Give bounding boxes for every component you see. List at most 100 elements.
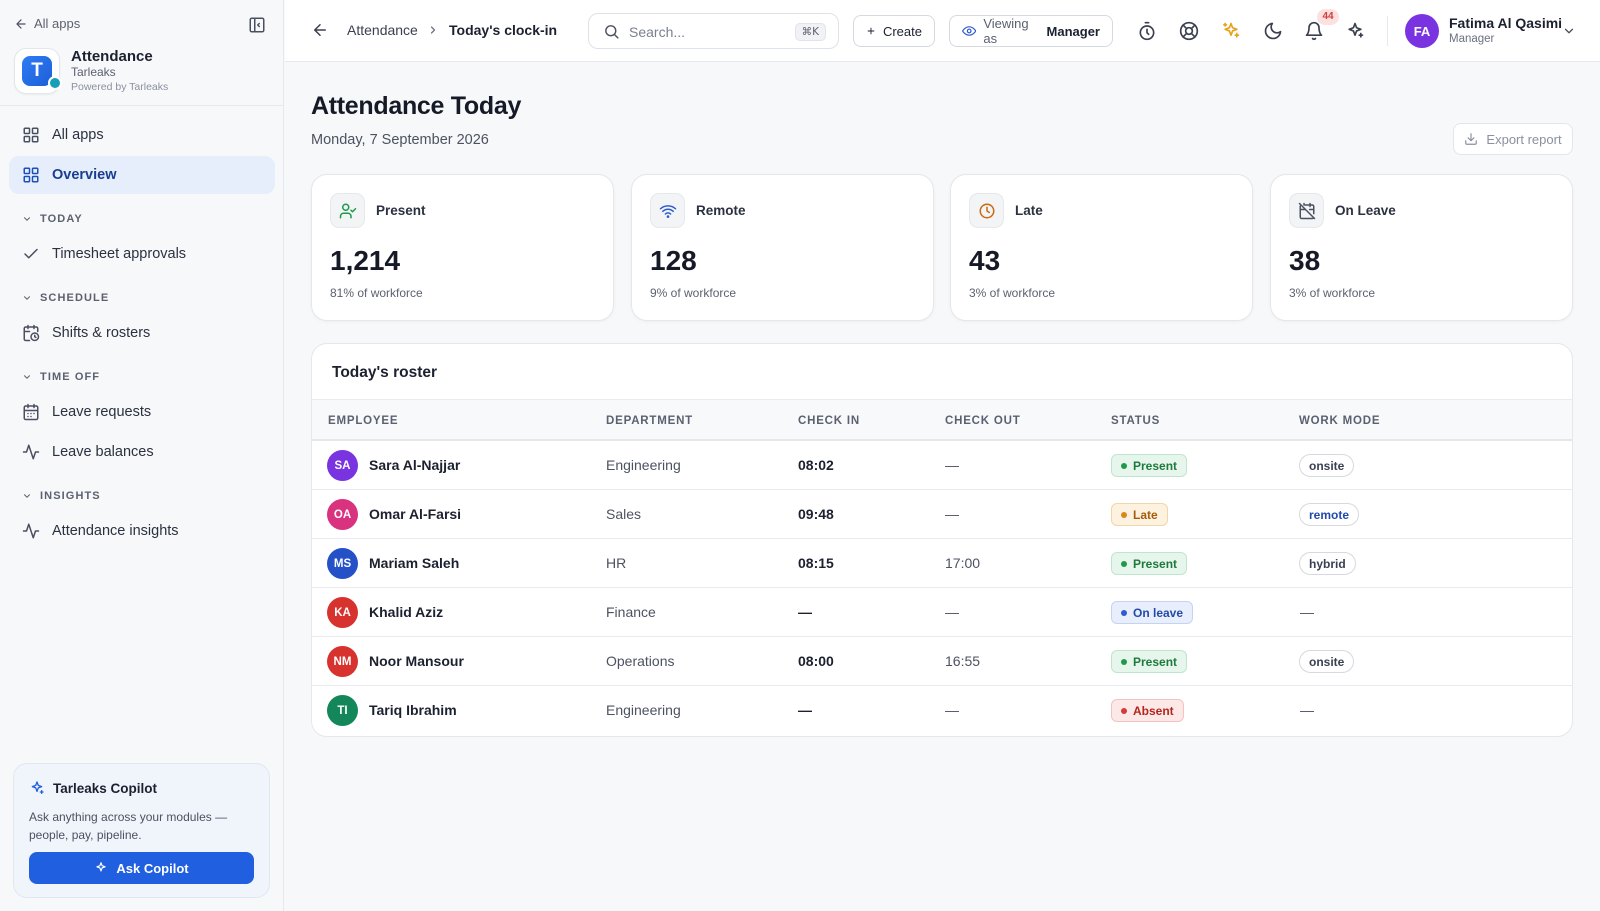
department: HR [606, 555, 627, 571]
back-to-all-apps-link[interactable]: All apps [14, 16, 80, 31]
ai-sparkle-icon[interactable] [1345, 21, 1365, 41]
table-row[interactable]: SA Sara Al-Najjar Engineering 08:02 — Pr… [312, 441, 1572, 490]
check-icon [24, 248, 38, 259]
department: Engineering [606, 702, 681, 718]
check-in: — [798, 604, 812, 620]
table-row[interactable]: NM Noor Mansour Operations 08:00 16:55 P… [312, 637, 1572, 686]
status-label: Absent [1133, 703, 1174, 718]
search-box: ⌘K [588, 13, 839, 49]
status-label: On leave [1133, 605, 1184, 620]
avatar: MS [327, 548, 358, 579]
wifi-icon [650, 193, 685, 228]
chevron-down-icon[interactable] [1562, 24, 1576, 38]
stat-value: 128 [650, 245, 697, 276]
sidebar-item-label: Shifts & rosters [52, 325, 151, 341]
help-lifebuoy-icon[interactable] [1179, 21, 1199, 41]
sidebar-item-shifts-rosters[interactable]: Shifts & rosters [9, 314, 275, 352]
stat-subtext: 3% of workforce [969, 286, 1056, 300]
search-shortcut: ⌘K [794, 23, 826, 41]
app-org: Tarleaks [71, 65, 116, 79]
activity-icon [22, 444, 40, 460]
calendar-icon [23, 403, 39, 421]
moon-icon[interactable] [1263, 21, 1283, 41]
employee-name[interactable]: Mariam Saleh [369, 555, 459, 571]
stat-value: 1,214 [330, 245, 401, 276]
employee-name[interactable]: Sara Al-Najjar [369, 457, 460, 473]
section-toggle-today[interactable]: TODAY [22, 213, 83, 225]
employee-name[interactable]: Tariq Ibrahim [369, 702, 457, 718]
stat-value: 38 [1289, 245, 1321, 276]
sidebar-item-all-apps[interactable]: All apps [9, 116, 275, 154]
avatar: SA [327, 450, 358, 481]
check-in: 08:02 [798, 457, 834, 473]
stat-card-present: Present 1,214 81% of workforce [311, 174, 614, 321]
section-toggle-schedule[interactable]: SCHEDULE [22, 292, 109, 304]
work-mode-badge: onsite [1299, 650, 1355, 673]
sidebar-item-leave-balances[interactable]: Leave balances [9, 433, 275, 471]
work-mode-empty: — [1300, 604, 1314, 620]
back-arrow-icon[interactable] [311, 21, 329, 39]
status-label: Present [1133, 556, 1178, 571]
sidebar-item-attendance-insights[interactable]: Attendance insights [9, 512, 275, 550]
check-out: — [945, 604, 959, 620]
check-out: — [945, 702, 959, 718]
sidebar-panel-icon [249, 17, 265, 33]
table-row[interactable]: TI Tariq Ibrahim Engineering — — Absent … [312, 686, 1572, 735]
column-header-department: DEPARTMENT [606, 415, 694, 427]
avatar: TI [327, 695, 358, 726]
avatar: NM [327, 646, 358, 677]
copilot-card: Tarleaks Copilot Ask anything across you… [13, 763, 270, 898]
stat-label: On Leave [1335, 203, 1396, 218]
column-header-employee: EMPLOYEE [328, 415, 399, 427]
download-icon [1465, 133, 1478, 145]
app-header: T Attendance Tarleaks Powered by Tarleak… [14, 48, 270, 96]
column-header-check-in: CHECK IN [798, 415, 860, 427]
sidebar-item-leave-requests[interactable]: Leave requests [9, 393, 275, 431]
status-label: Present [1133, 654, 1178, 669]
page-title: Attendance Today [311, 92, 522, 120]
table-row[interactable]: MS Mariam Saleh HR 08:15 17:00 Present h… [312, 539, 1572, 588]
sparkle-icon [31, 781, 44, 794]
stat-card-late: Late 43 3% of workforce [950, 174, 1253, 321]
table-row[interactable]: OA Omar Al-Farsi Sales 09:48 — Late remo… [312, 490, 1572, 539]
employee-name[interactable]: Noor Mansour [369, 653, 464, 669]
grid-icon [23, 127, 39, 143]
sidebar-item-timesheet-approvals[interactable]: Timesheet approvals [9, 235, 275, 273]
work-mode-badge: onsite [1299, 454, 1355, 477]
status-dot [1121, 511, 1127, 518]
chevron-down-icon [23, 494, 31, 498]
calendar-clock-icon [23, 324, 40, 342]
timer-icon[interactable] [1137, 21, 1157, 41]
section-label-today: TODAY [40, 213, 83, 225]
viewing-as-button[interactable]: Viewing as Manager [949, 15, 1113, 47]
table-row[interactable]: KA Khalid Aziz Finance — — On leave — [312, 588, 1572, 637]
app-powered-by: Powered by Tarleaks [71, 81, 169, 93]
export-report-label: Export report [1486, 131, 1562, 147]
breadcrumb-attendance[interactable]: Attendance [347, 22, 418, 38]
work-mode-badge: remote [1299, 503, 1360, 526]
user-avatar[interactable]: FA [1405, 14, 1439, 48]
stat-label: Remote [696, 203, 746, 218]
section-toggle-time-off[interactable]: TIME OFF [22, 371, 100, 383]
work-mode-empty: — [1300, 702, 1314, 718]
user-name: Fatima Al Qasimi [1449, 15, 1563, 31]
arrow-left-icon [16, 18, 26, 29]
sparkles-icon[interactable] [1221, 21, 1241, 41]
create-button[interactable]: Create [853, 15, 935, 47]
check-in: — [798, 702, 812, 718]
sidebar-item-label: All apps [52, 127, 104, 143]
search-input[interactable] [629, 22, 789, 42]
table-header: EMPLOYEE DEPARTMENT CHECK IN CHECK OUT S… [312, 399, 1572, 441]
viewing-as-role: Manager [1046, 23, 1100, 39]
sidebar-item-label: Leave requests [52, 404, 152, 420]
section-toggle-insights[interactable]: INSIGHTS [22, 490, 101, 502]
department: Finance [606, 604, 656, 620]
stat-card-remote: Remote 128 9% of workforce [631, 174, 934, 321]
export-report-button[interactable]: Export report [1453, 123, 1573, 155]
sidebar-item-overview[interactable]: Overview [9, 156, 275, 194]
column-header-status: STATUS [1111, 415, 1161, 427]
employee-name[interactable]: Omar Al-Farsi [369, 506, 461, 522]
collapse-sidebar-button[interactable] [248, 16, 266, 34]
ask-copilot-button[interactable]: Ask Copilot [29, 852, 254, 884]
employee-name[interactable]: Khalid Aziz [369, 604, 443, 620]
